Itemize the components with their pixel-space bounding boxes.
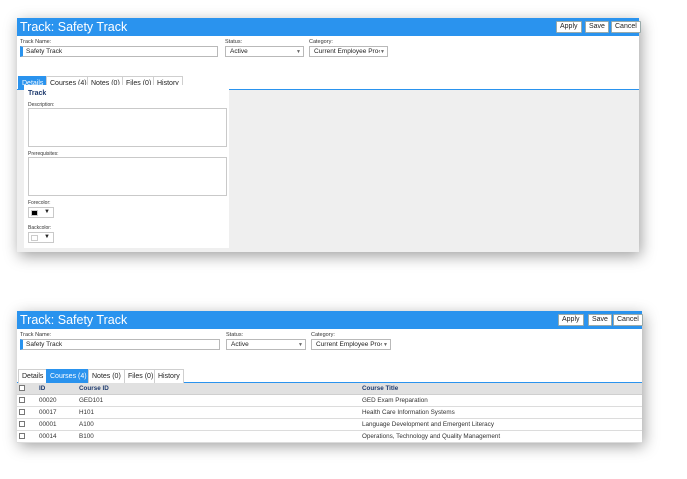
- cell-course-id: GED101: [77, 394, 360, 407]
- cancel-button[interactable]: Cancel: [611, 21, 641, 33]
- prerequisites-textarea[interactable]: [28, 157, 227, 196]
- table-header-row: ID Course ID Course Title: [17, 383, 642, 395]
- save-button[interactable]: Save: [585, 21, 609, 33]
- tab-strip: Details Courses (4) Notes (0) Files (0) …: [17, 369, 642, 383]
- cell-course-id: B100: [77, 430, 360, 443]
- chevron-down-icon: ▼: [383, 342, 388, 348]
- cell-course-title: Operations, Technology and Quality Manag…: [360, 430, 642, 443]
- status-value: Active: [230, 48, 248, 55]
- track-name-label: Track Name:: [20, 332, 52, 338]
- section-title: Track: [28, 90, 47, 97]
- track-editor-courses-panel: Track: Safety Track Apply Save Cancel Tr…: [17, 311, 643, 443]
- cell-course-title: Language Development and Emergent Litera…: [360, 418, 642, 431]
- status-label: Status:: [225, 39, 243, 45]
- status-select[interactable]: Active ▼: [226, 339, 306, 350]
- row-checkbox[interactable]: [19, 408, 25, 415]
- forecolor-swatch: [31, 210, 38, 216]
- backcolor-label: Backcolor:: [28, 225, 52, 231]
- row-select-cell: [17, 430, 37, 443]
- cell-id: 00020: [37, 394, 77, 407]
- chevron-down-icon: ▼: [380, 49, 385, 55]
- cell-id: 00014: [37, 430, 77, 443]
- cell-course-title: GED Exam Preparation: [360, 394, 642, 407]
- forecolor-picker[interactable]: ▼: [28, 207, 54, 218]
- tab-courses[interactable]: Courses (4): [46, 369, 91, 383]
- table-row[interactable]: 00017 H101 Health Care Information Syste…: [17, 406, 642, 419]
- row-select-cell: [17, 394, 37, 407]
- row-select-cell: [17, 418, 37, 431]
- description-textarea[interactable]: [28, 108, 227, 147]
- row-select-cell: [17, 406, 37, 419]
- window-title: Track: Safety Track: [20, 313, 128, 327]
- cell-id: 00001: [37, 418, 77, 431]
- category-value: Current Employee Pro‹: [314, 48, 381, 55]
- status-value: Active: [231, 341, 249, 348]
- courses-table: ID Course ID Course Title 00020 GED101 G…: [17, 383, 642, 443]
- track-details-card: Track Description: Prerequisites: Foreco…: [24, 85, 229, 248]
- category-select[interactable]: Current Employee Pro‹ ▼: [311, 339, 391, 350]
- select-all-checkbox[interactable]: [19, 385, 25, 392]
- column-header-id[interactable]: ID: [37, 383, 77, 395]
- row-checkbox[interactable]: [19, 396, 25, 403]
- category-label: Category:: [309, 39, 333, 45]
- track-fields: Track Name: Safety Track Status: Active …: [17, 329, 642, 369]
- track-name-input[interactable]: Safety Track: [20, 339, 220, 350]
- category-select[interactable]: Current Employee Pro‹ ▼: [309, 46, 388, 57]
- chevron-down-icon: ▼: [298, 342, 303, 348]
- track-name-label: Track Name:: [20, 39, 52, 45]
- status-label: Status:: [226, 332, 244, 338]
- cell-course-title: Health Care Information Systems: [360, 406, 642, 419]
- category-label: Category:: [311, 332, 335, 338]
- save-button[interactable]: Save: [588, 314, 612, 326]
- cell-id: 00017: [37, 406, 77, 419]
- backcolor-picker[interactable]: ▼: [28, 232, 54, 243]
- table-row[interactable]: 00014 B100 Operations, Technology and Qu…: [17, 430, 642, 443]
- apply-button[interactable]: Apply: [558, 314, 584, 326]
- cell-course-id: A100: [77, 418, 360, 431]
- column-header-course-id[interactable]: Course ID: [77, 383, 360, 395]
- window-title: Track: Safety Track: [20, 20, 128, 34]
- table-row[interactable]: 00020 GED101 GED Exam Preparation: [17, 394, 642, 407]
- tab-files[interactable]: Files (0): [124, 369, 158, 383]
- tab-history[interactable]: History: [154, 369, 184, 383]
- backcolor-swatch: [31, 235, 38, 241]
- chevron-down-icon: ▼: [44, 209, 50, 215]
- tab-notes[interactable]: Notes (0): [88, 369, 125, 383]
- track-fields: Track Name: Safety Track Status: Active …: [17, 36, 639, 76]
- row-checkbox[interactable]: [19, 420, 25, 427]
- title-bar: Track: Safety Track Apply Save Cancel: [17, 311, 643, 329]
- column-header-course-title[interactable]: Course Title: [360, 383, 642, 395]
- title-bar: Track: Safety Track Apply Save Cancel: [17, 18, 641, 36]
- select-all-cell: [17, 383, 37, 395]
- category-value: Current Employee Pro‹: [316, 341, 383, 348]
- track-name-input[interactable]: Safety Track: [20, 46, 218, 57]
- cancel-button[interactable]: Cancel: [613, 314, 643, 326]
- apply-button[interactable]: Apply: [556, 21, 582, 33]
- cell-course-id: H101: [77, 406, 360, 419]
- table-row[interactable]: 00001 A100 Language Development and Emer…: [17, 418, 642, 431]
- status-select[interactable]: Active ▼: [225, 46, 304, 57]
- forecolor-label: Forecolor:: [28, 200, 51, 206]
- row-checkbox[interactable]: [19, 432, 25, 439]
- chevron-down-icon: ▼: [44, 234, 50, 240]
- chevron-down-icon: ▼: [296, 49, 301, 55]
